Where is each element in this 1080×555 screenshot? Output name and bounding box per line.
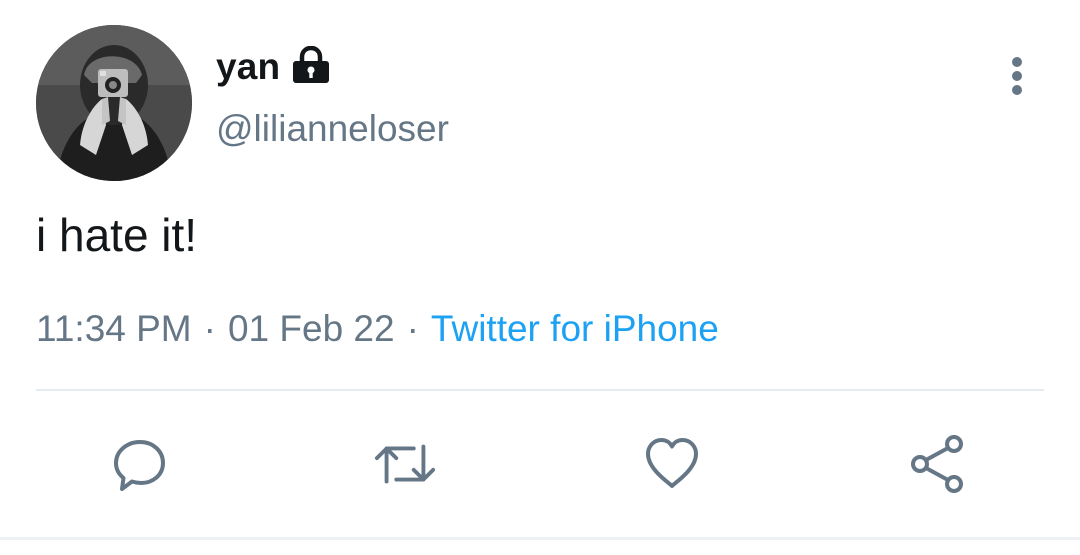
more-options-button[interactable] (1000, 54, 1034, 98)
more-vertical-icon (1012, 57, 1022, 95)
share-button[interactable] (906, 432, 970, 496)
lock-icon (290, 46, 332, 84)
display-name[interactable]: yan (216, 46, 280, 88)
reply-icon (114, 440, 165, 491)
tweet-source-link[interactable]: Twitter for iPhone (431, 308, 719, 350)
tweet-date[interactable]: 01 Feb 22 (228, 308, 395, 350)
tweet-text: i hate it! (36, 209, 198, 261)
avatar[interactable] (36, 25, 192, 181)
heart-icon (646, 438, 698, 488)
retweet-button[interactable] (373, 432, 437, 496)
share-icon (911, 435, 963, 493)
meta-separator: · (406, 308, 419, 349)
meta-separator: · (203, 308, 216, 349)
tweet-time[interactable]: 11:34 PM (36, 308, 192, 350)
tweet-meta: 11:34 PM · 01 Feb 22 · Twitter for iPhon… (36, 308, 719, 350)
like-button[interactable] (640, 432, 704, 496)
user-handle[interactable]: @lilianneloser (216, 108, 449, 150)
user-name-row: yan (216, 42, 332, 92)
reply-button[interactable] (108, 432, 172, 496)
retweet-icon (374, 444, 436, 484)
bottom-divider (0, 537, 1080, 540)
divider (36, 389, 1044, 391)
tweet-detail: yan @lilianneloser i hate it! 11:34 PM ·… (0, 0, 1080, 555)
